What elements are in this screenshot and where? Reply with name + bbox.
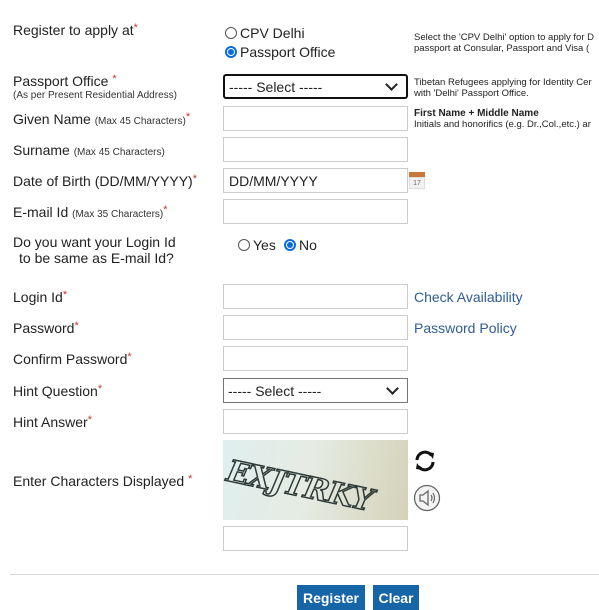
calendar-icon[interactable]: 17 [409, 172, 425, 190]
dob-label-text: Date of Birth (DD/MM/YYYY) [13, 173, 193, 189]
required-mark: * [87, 414, 92, 426]
given-name-hint-title: First Name + Middle Name [414, 108, 539, 119]
radio-no-label: No [299, 237, 317, 253]
required-mark: * [127, 351, 132, 363]
audio-captcha-icon[interactable] [413, 484, 441, 517]
hint-question-label-text: Hint Question [13, 383, 98, 399]
given-name-label-text: Given Name [13, 111, 91, 127]
radio-passport-office-label: Passport Office [240, 44, 336, 60]
hint-question-label: Hint Question* [13, 383, 102, 399]
login-id-label-text: Login Id [13, 289, 63, 305]
required-mark: * [185, 111, 191, 123]
register-button[interactable]: Register [297, 585, 365, 610]
email-label-text: E-mail Id [13, 204, 69, 220]
radio-login-same-no[interactable]: No [284, 237, 317, 253]
hint-answer-label: Hint Answer* [13, 414, 92, 430]
radio-yes-label: Yes [253, 237, 276, 253]
surname-label: Surname (Max 45 Characters) [13, 142, 165, 158]
login-id-label: Login Id* [13, 289, 67, 305]
dob-label: Date of Birth (DD/MM/YYYY)* [13, 173, 197, 189]
login-same-label: Do you want your Login Id to be same as … [13, 234, 176, 266]
register-at-hint-line2: passport at Consular, Passport and Visa … [414, 43, 590, 54]
radio-login-same-yes[interactable]: Yes [238, 237, 276, 253]
chevron-down-icon [386, 382, 399, 395]
passport-office-hint-line1: Tibetan Refugees applying for Identity C… [414, 77, 592, 88]
given-name-label: Given Name (Max 45 Characters)* [13, 111, 190, 127]
hint-question-select-value: ----- Select ----- [228, 382, 322, 399]
radio-icon-selected[interactable] [284, 239, 296, 251]
register-at-label-text: Register to apply at [13, 22, 134, 38]
check-availability-link[interactable]: Check Availability [414, 289, 523, 305]
confirm-password-input[interactable] [223, 346, 408, 371]
given-name-input[interactable] [223, 106, 408, 131]
email-label: E-mail Id (Max 35 Characters)* [13, 204, 168, 220]
confirm-password-label-text: Confirm Password [13, 351, 128, 367]
required-mark: * [62, 289, 68, 301]
login-id-input[interactable] [223, 284, 408, 309]
required-mark: * [97, 383, 103, 395]
chevron-down-icon [385, 78, 398, 91]
radio-passport-office[interactable]: Passport Office [225, 44, 335, 60]
required-mark: * [133, 22, 138, 34]
divider [10, 574, 599, 575]
given-name-sublabel: (Max 45 Characters) [94, 116, 186, 127]
email-sublabel: (Max 35 Characters) [72, 209, 164, 220]
passport-office-label: Passport Office * [13, 73, 117, 89]
radio-cpv-delhi[interactable]: CPV Delhi [225, 25, 305, 41]
hint-question-select[interactable]: ----- Select ----- [223, 378, 408, 403]
captcha-label: Enter Characters Displayed * [13, 473, 192, 489]
register-at-hint: Select the 'CPV Delhi' option to apply f… [414, 32, 594, 54]
passport-office-hint-line2: with 'Delhi' Passport Office. [414, 88, 529, 99]
required-mark: * [188, 473, 193, 485]
captcha-text: EXJTRKY [223, 453, 376, 519]
hint-answer-label-text: Hint Answer [13, 414, 88, 430]
passport-office-hint: Tibetan Refugees applying for Identity C… [414, 77, 592, 99]
radio-icon[interactable] [225, 27, 237, 39]
register-at-label: Register to apply at* [13, 22, 138, 38]
email-input[interactable] [223, 199, 408, 224]
radio-cpv-delhi-label: CPV Delhi [240, 25, 305, 41]
required-mark: * [192, 173, 197, 185]
given-name-hint-text: Initials and honorifics (e.g. Dr.,Col.,e… [414, 119, 591, 130]
register-at-hint-line1: Select the 'CPV Delhi' option to apply f… [414, 32, 594, 43]
captcha-input[interactable] [223, 526, 408, 551]
captcha-image: EXJTRKY [223, 440, 408, 520]
given-name-hint: First Name + Middle Name Initials and ho… [414, 108, 591, 130]
passport-office-sublabel: (As per Present Residential Address) [13, 90, 177, 101]
required-mark: * [74, 320, 79, 332]
required-mark: * [163, 204, 168, 216]
login-same-label-line2: to be same as E-mail Id? [19, 250, 174, 266]
clear-button[interactable]: Clear [373, 585, 419, 610]
login-same-label-line1: Do you want your Login Id [13, 234, 176, 250]
password-input[interactable] [223, 315, 408, 340]
confirm-password-label: Confirm Password* [13, 351, 132, 367]
captcha-label-text: Enter Characters Displayed [13, 473, 185, 489]
passport-office-select[interactable]: ----- Select ----- [223, 74, 408, 99]
password-label: Password* [13, 320, 79, 336]
surname-input[interactable] [223, 137, 408, 162]
surname-label-text: Surname [13, 142, 70, 158]
surname-sublabel: (Max 45 Characters) [73, 147, 165, 158]
password-policy-link[interactable]: Password Policy [414, 320, 517, 336]
hint-answer-input[interactable] [223, 409, 408, 434]
radio-icon-selected[interactable] [225, 46, 237, 58]
passport-office-label-text: Passport Office [13, 73, 109, 89]
calendar-icon-day: 17 [409, 177, 425, 189]
required-mark: * [112, 73, 117, 85]
radio-icon[interactable] [238, 239, 250, 251]
refresh-captcha-icon[interactable] [413, 449, 437, 478]
password-label-text: Password [13, 320, 75, 336]
passport-office-select-value: ----- Select ----- [229, 78, 323, 95]
dob-input[interactable] [223, 168, 408, 193]
